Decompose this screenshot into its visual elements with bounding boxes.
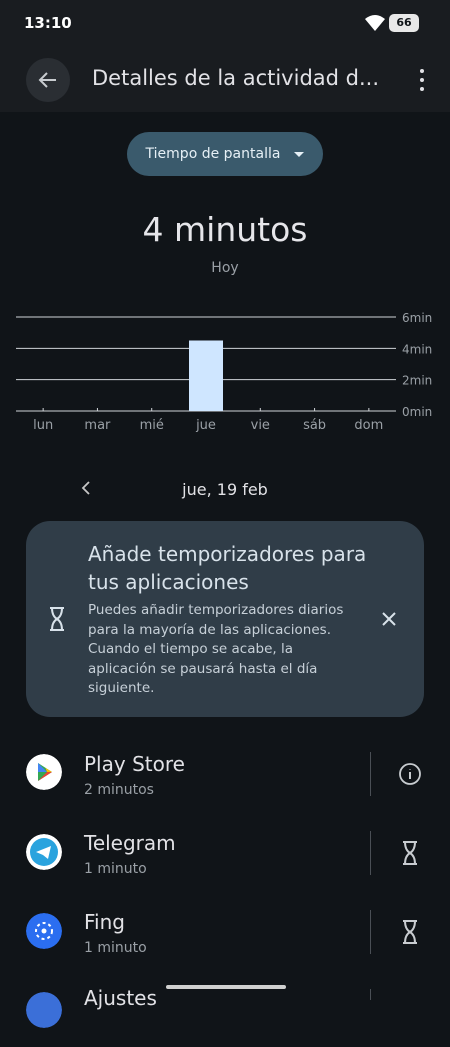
app-name: Fing bbox=[84, 910, 125, 934]
page-title: Detalles de la actividad d... bbox=[92, 66, 380, 90]
app-name: Ajustes bbox=[84, 986, 157, 1010]
app-row-fing[interactable] bbox=[0, 890, 450, 968]
app-row-telegram[interactable] bbox=[0, 811, 450, 889]
chart-x-tick-label[interactable]: vie bbox=[251, 418, 270, 433]
app-timer-button[interactable] bbox=[396, 918, 424, 946]
app-row-ajustes[interactable] bbox=[0, 969, 450, 1047]
chart-x-tick-label[interactable]: mié bbox=[140, 418, 164, 433]
app-usage-time: 1 minuto bbox=[84, 861, 147, 877]
row-divider bbox=[370, 831, 371, 875]
metric-dropdown[interactable]: Tiempo de pantalla bbox=[127, 132, 323, 176]
hourglass-icon bbox=[403, 920, 417, 944]
period-label: Hoy bbox=[211, 260, 239, 276]
row-divider bbox=[370, 989, 371, 1000]
dropdown-arrow-icon bbox=[294, 151, 305, 157]
fing-icon bbox=[26, 913, 62, 949]
usage-chart: 6min 4min 2min 0min lun mar mié jue vie sáb dom bbox=[16, 311, 432, 433]
arrow-back-icon bbox=[38, 72, 56, 88]
app-timer-button[interactable] bbox=[396, 839, 424, 867]
timer-card-title: Añade temporizadores para tus aplicacion… bbox=[88, 542, 367, 594]
app-name: Play Store bbox=[84, 752, 185, 776]
chart-bar-jue[interactable] bbox=[189, 340, 223, 412]
wifi-icon bbox=[365, 15, 385, 31]
info-icon bbox=[399, 763, 421, 785]
app-usage-time: 2 minutos bbox=[84, 782, 154, 798]
chart-x-tick-label[interactable]: dom bbox=[354, 418, 383, 433]
row-divider bbox=[370, 910, 371, 954]
row-divider bbox=[370, 752, 371, 796]
chart-x-tick-label[interactable]: jue bbox=[195, 418, 216, 433]
selected-date: jue, 19 feb bbox=[182, 480, 268, 499]
chart-y-tick-label: 6min bbox=[402, 311, 432, 325]
chart-y-tick-label: 4min bbox=[402, 342, 432, 356]
metric-dropdown-label: Tiempo de pantalla bbox=[145, 146, 281, 162]
app-info-button[interactable] bbox=[396, 760, 424, 788]
hourglass-icon bbox=[50, 607, 64, 631]
more-options-button[interactable] bbox=[410, 66, 434, 94]
total-time: 4 minutos bbox=[142, 210, 308, 249]
timer-card-body: Puedes añadir temporizadores diarios par… bbox=[88, 602, 344, 696]
battery-indicator: 66 bbox=[389, 14, 419, 32]
more-vert-icon bbox=[420, 69, 424, 73]
chart-x-tick-label[interactable]: sáb bbox=[303, 418, 326, 433]
settings-app-icon bbox=[26, 992, 62, 1028]
close-icon[interactable] bbox=[378, 608, 400, 630]
chart-x-tick-label[interactable]: mar bbox=[84, 418, 111, 433]
play-store-icon bbox=[26, 754, 62, 790]
chart-x-tick-label[interactable]: lun bbox=[33, 418, 53, 433]
telegram-icon bbox=[26, 834, 62, 870]
app-usage-time: 1 minuto bbox=[84, 940, 147, 956]
gesture-nav-handle[interactable] bbox=[166, 985, 286, 989]
app-row-play-store[interactable] bbox=[0, 732, 450, 810]
hourglass-icon bbox=[403, 841, 417, 865]
status-time: 13:10 bbox=[24, 14, 72, 32]
chart-y-tick-label: 0min bbox=[402, 405, 432, 419]
chart-y-tick-label: 2min bbox=[402, 374, 432, 388]
app-name: Telegram bbox=[84, 831, 176, 855]
back-button[interactable] bbox=[26, 58, 70, 102]
